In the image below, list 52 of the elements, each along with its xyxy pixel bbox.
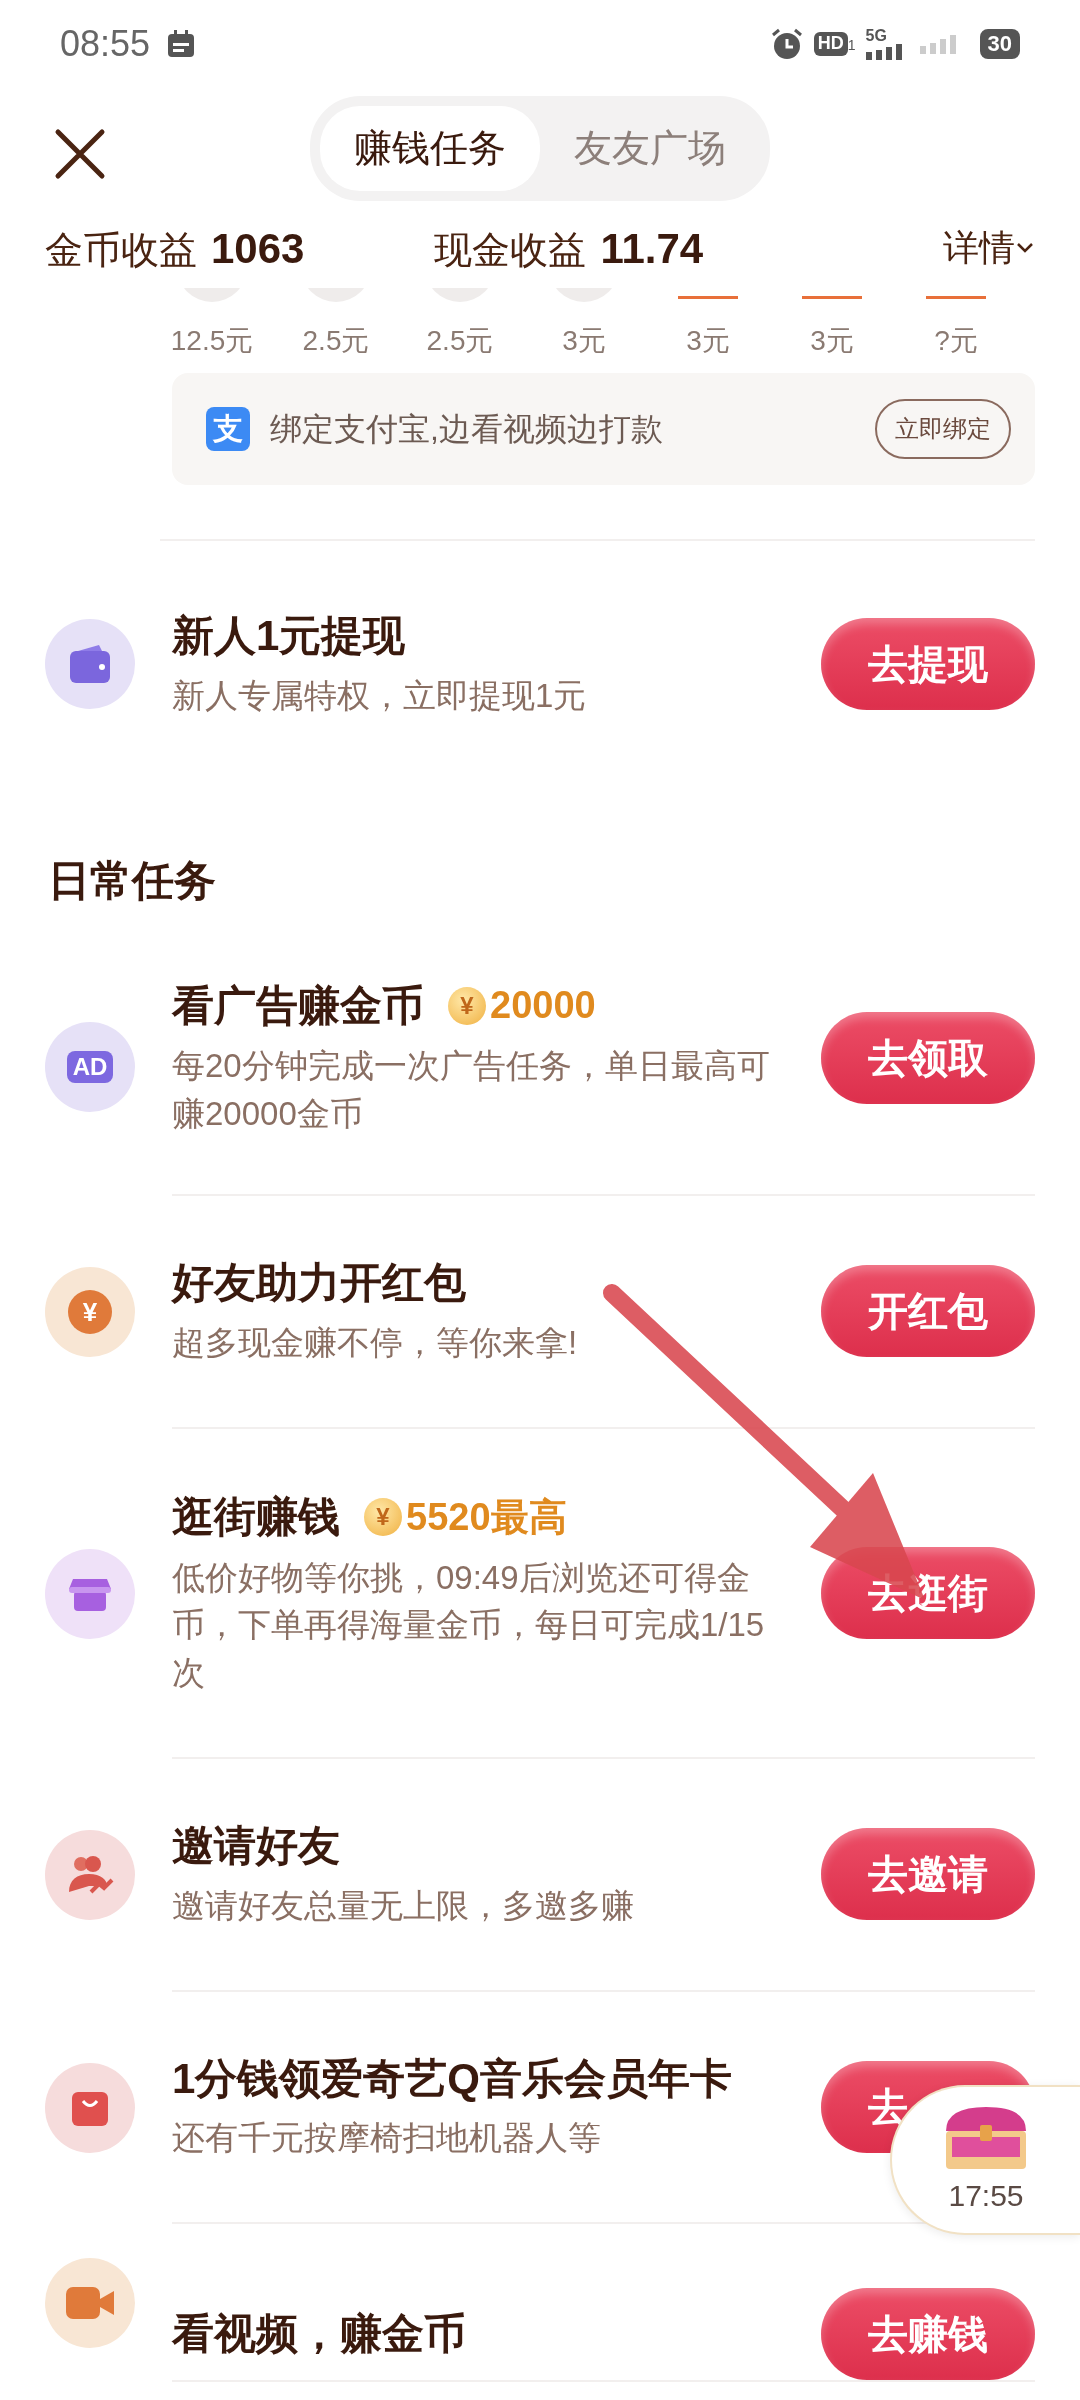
reward-amount: 2.5元 [302,324,370,358]
task-description: 超多现金赚不停，等你来拿! [172,1322,579,1363]
reward-amount: 12.5元 [170,324,254,358]
coin-reward: 5520最高 [406,1494,567,1540]
network-type-label: 5G [865,28,887,44]
alipay-icon: 支 [206,407,250,451]
task-title: 新人1元提现 [172,611,406,661]
section-title: 日常任务 [48,857,216,905]
task-title: 1分钱领爱奇艺Q音乐会员年卡 [172,2053,733,2104]
reward-amount: 3元 [810,324,854,358]
reward-amount: 3元 [562,324,606,358]
task-button[interactable]: 开红包 [821,1265,1035,1358]
earnings-value: 11.74 [600,223,704,274]
task-title: 逛街赚钱 [172,1491,340,1542]
coin-icon: ¥ [364,1498,402,1537]
ad-icon: AD [66,1050,114,1083]
bind-button[interactable]: 立即绑定 [875,399,1011,459]
task-description: 新人专属特权，立即提现1元 [172,675,588,716]
earnings-value: 1063 [211,223,305,274]
task-button[interactable]: 去领取 [821,1011,1035,1104]
task-description: 邀请好友总量无上限，多邀多赚 [172,1885,635,1926]
task-button[interactable]: 去提现 [821,618,1035,711]
coin-reward: 20000 [490,983,596,1029]
reward-amount: ?元 [934,324,978,358]
countdown-timer: 17:55 [948,2177,1024,2214]
task-description: 每20分钟完成一次广告任务，单日最高可赚20000金币 [172,1046,771,1135]
tab[interactable]: 友友广场 [540,105,760,191]
status-time: 08:55 [60,22,151,66]
task-description: 低价好物等你挑，09:49后浏览还可得金币，下单再得海量金币，每日可完成1/15次 [172,1557,766,1694]
task-title: 邀请好友 [172,1821,340,1872]
task-button[interactable]: 去赚钱 [821,2287,1035,2380]
chevron-down-icon [1015,241,1035,255]
task-title: 看视频，赚金币 [172,2308,466,2359]
earnings-label: 金币收益 [45,227,197,273]
reward-amount: 3元 [686,324,730,358]
video-camera-icon [64,2284,116,2321]
hd-voice-icon: HD [813,32,848,56]
reward-amount: 2.5元 [426,324,494,358]
calendar-icon [166,29,197,59]
earnings-label: 现金收益 [434,227,587,273]
task-title: 看广告赚金币 [172,980,424,1031]
yuan-icon: ¥ [68,1290,112,1335]
coin-icon: ¥ [448,986,486,1025]
details-link[interactable]: 详情 [943,221,1035,275]
tab[interactable]: 赚钱任务 [320,105,540,191]
battery-indicator: 30 [979,29,1020,59]
task-button[interactable]: 去邀请 [821,1828,1035,1921]
alarm-icon [769,27,804,61]
banner-text: 绑定支付宝,边看视频边打款 [270,410,663,449]
task-title: 好友助力开红包 [172,1258,466,1309]
sim-slot-label: 1 [847,35,856,55]
task-description: 还有千元按摩椅扫地机器人等 [172,2118,602,2159]
